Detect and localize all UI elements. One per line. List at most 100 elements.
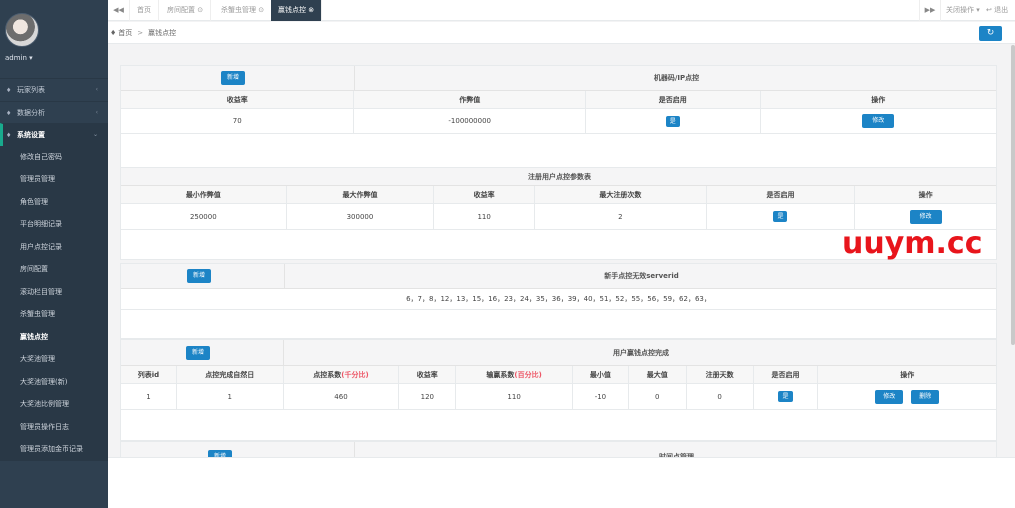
section-header: 新增 机器码/IP点控	[121, 66, 996, 91]
submenu-item[interactable]: 滚动栏目管理	[0, 281, 108, 304]
add-button[interactable]: 新增	[208, 450, 233, 457]
section-header: 注册用户点控参数表	[121, 168, 996, 186]
submenu-item[interactable]: 平台明细记录	[0, 213, 108, 236]
refresh-button[interactable]: ↻	[979, 26, 1002, 41]
submenu-item[interactable]: 用户点控记录	[0, 236, 108, 259]
tab-bar: ◀◀ 首页 房间配置 ⊙ 杀蟹虫管理 ⊙ 赢钱点控 ⊗ ▶▶ 关闭操作 ▾ ↩ …	[108, 0, 1015, 21]
column-header: 收益率	[399, 366, 457, 383]
cell-enabled: 是	[586, 109, 761, 133]
sidebar-item-player-list[interactable]: ♦ 玩家列表 ‹	[0, 78, 108, 101]
column-header: 最大作弊值	[286, 186, 435, 203]
column-header: 输赢系数 (百分比)	[456, 366, 573, 383]
logout-label: 退出	[994, 6, 1009, 14]
add-button[interactable]: 新增	[186, 346, 211, 360]
section-title: 注册用户点控参数表	[528, 173, 591, 181]
enabled-badge[interactable]: 是	[773, 211, 788, 222]
column-header: 收益率	[434, 186, 536, 203]
logout-button[interactable]: ↩ 退出	[986, 0, 1008, 21]
submenu-item[interactable]: 大奖池比例管理	[0, 393, 108, 416]
column-header: 列表id	[121, 366, 177, 383]
breadcrumb-home[interactable]: 首页	[118, 29, 132, 37]
cell-cheat: -100000000	[354, 109, 586, 133]
submenu-item[interactable]: 角色管理	[0, 191, 108, 214]
edit-button[interactable]: 修改	[875, 389, 904, 404]
cell-min-cheat: 250000	[121, 204, 287, 229]
breadcrumb-separator: >	[137, 29, 144, 37]
add-button[interactable]: 新增	[221, 71, 246, 85]
column-header: 最大注册次数	[535, 186, 707, 203]
submenu-item[interactable]: 管理员添加金币记录	[0, 438, 108, 461]
sidebar: admin ▾ ♦ 玩家列表 ‹ ♦ 数据分析 ‹ ♦ 系统设置 ⌄ 修改自己密码 管…	[0, 0, 108, 508]
close-operations-dropdown[interactable]: 关闭操作 ▾	[946, 0, 980, 21]
submenu-item-current[interactable]: 赢钱点控	[0, 326, 108, 349]
sidebar-item-label: 系统设置	[17, 131, 45, 139]
submenu-item[interactable]: 管理员操作日志	[0, 416, 108, 439]
cell-rate: 120	[399, 384, 457, 409]
add-button[interactable]: 新增	[187, 269, 212, 283]
watermark: uuym.cc	[842, 226, 983, 261]
home-icon: ♦	[6, 109, 12, 117]
table-header-row: 列表id 点控完成自然日 点控系数 (千分比) 收益率 输赢系数 (百分比) 最小值…	[121, 366, 997, 384]
cell-id: 1	[121, 384, 177, 409]
submenu-item[interactable]: 大奖池管理	[0, 348, 108, 371]
sidebar-item-system-settings[interactable]: ♦ 系统设置 ⌄	[0, 123, 108, 146]
chevron-down-icon: ⌄	[92, 131, 98, 138]
cell-enabled: 是	[707, 204, 856, 229]
cell-action: 修改	[761, 109, 996, 133]
tab-kill-bug[interactable]: 杀蟹虫管理 ⊙	[214, 0, 273, 21]
section-header: 新增 新手点控无效serverid	[121, 264, 996, 289]
submenu-item[interactable]: 修改自己密码	[0, 146, 108, 169]
enabled-badge[interactable]: 是	[778, 391, 793, 402]
breadcrumb: ♦ 首页 > 赢钱点控	[108, 22, 176, 44]
edit-button[interactable]: 修改	[862, 114, 895, 128]
tab-room-config[interactable]: 房间配置 ⊙	[160, 0, 212, 21]
edit-button[interactable]: 修改	[909, 209, 942, 224]
table-row: 1 1 460 120 110 -10 0 0 是 修改 删除	[121, 384, 996, 410]
submenu-item[interactable]: 房间配置	[0, 258, 108, 281]
home-icon: ♦	[110, 29, 117, 37]
tab-scroll-right-icon[interactable]: ▶▶	[919, 0, 941, 21]
serverid-list: 6，7，8，12，13，15，16，23，24，35，36，39，40，51，5…	[121, 289, 996, 310]
column-header: 作弊值	[354, 91, 586, 108]
column-header-label: 点控系数	[313, 370, 342, 379]
newbie-invalid-server-card: 新增 新手点控无效serverid 6，7，8，12，13，15，16，23，2…	[120, 263, 997, 339]
vertical-scrollbar[interactable]	[1011, 45, 1015, 345]
column-header-unit: (百分比)	[514, 370, 542, 379]
machine-ip-control-card: 新增 机器码/IP点控 收益率 作弊值 是否启用 操作 70 -10000000…	[120, 65, 997, 168]
delete-button[interactable]: 删除	[911, 389, 940, 404]
home-icon: ♦	[6, 87, 12, 94]
home-icon: ♦	[6, 132, 12, 139]
avatar[interactable]	[5, 13, 39, 47]
footer-area	[108, 457, 1015, 508]
cell-winloss: 110	[456, 384, 573, 409]
chevron-left-icon: ‹	[95, 108, 98, 116]
submenu-item[interactable]: 管理员管理	[0, 168, 108, 191]
cell-max-cheat: 300000	[287, 204, 435, 229]
table-row: 70 -100000000 是 修改	[121, 109, 996, 134]
section-title: 机器码/IP点控	[653, 74, 700, 82]
section-header: 新增 用户赢钱点控完成	[121, 340, 996, 366]
section-title: 用户赢钱点控完成	[613, 349, 669, 357]
tab-home[interactable]: 首页	[130, 0, 159, 21]
cell-max-register: 2	[535, 204, 707, 229]
refresh-icon: ↻	[986, 28, 995, 38]
profile-username[interactable]: admin ▾	[5, 54, 33, 62]
column-header: 点控完成自然日	[176, 366, 284, 383]
chevron-left-icon: ‹	[95, 86, 98, 93]
column-header: 最小值	[572, 366, 629, 383]
submenu-item[interactable]: 杀蟹虫管理	[0, 303, 108, 326]
enabled-badge[interactable]: 是	[665, 115, 680, 127]
cell-action: 修改 删除	[818, 384, 996, 409]
cell-day: 1	[177, 384, 284, 409]
column-header: 操作	[760, 91, 996, 108]
cell-min: -10	[573, 384, 629, 409]
tab-win-control[interactable]: 赢钱点控 ⊗	[271, 0, 323, 21]
tab-scroll-left-icon[interactable]: ◀◀	[108, 0, 130, 21]
breadcrumb-current: 赢钱点控	[148, 29, 177, 37]
sidebar-item-data-analysis[interactable]: ♦ 数据分析 ‹	[0, 100, 108, 124]
submenu-item[interactable]: 大奖池管理(新)	[0, 371, 108, 394]
section-title: 新手点控无效serverid	[604, 272, 679, 280]
cell-rate: 110	[434, 204, 536, 229]
cell-rate: 70	[121, 109, 355, 133]
section-title: 时间点管理	[659, 453, 694, 457]
